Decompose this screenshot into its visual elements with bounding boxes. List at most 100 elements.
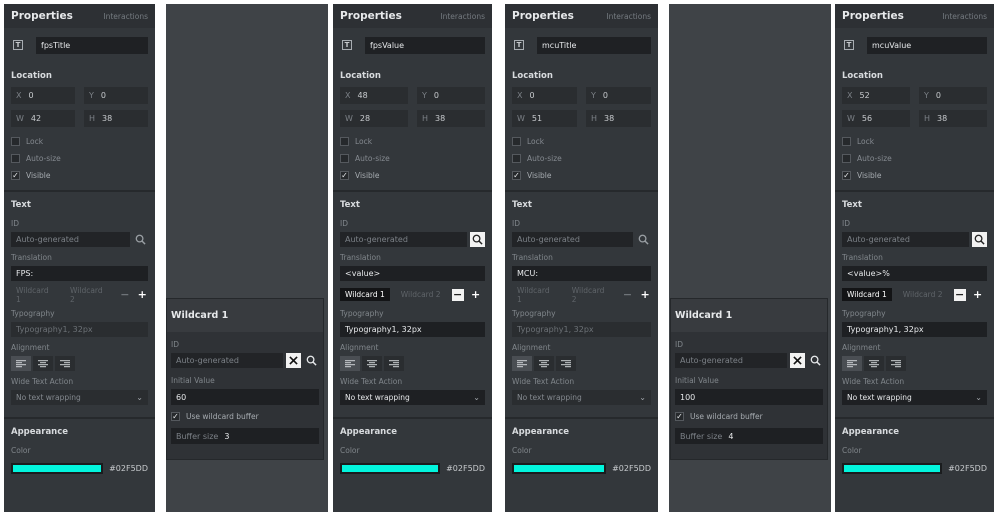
align-center-icon[interactable] <box>534 356 554 371</box>
auto-size-checkbox[interactable]: Auto-size <box>333 150 492 167</box>
align-left-icon[interactable] <box>11 356 31 371</box>
buffer-size-input[interactable]: Buffer size 3 <box>171 428 319 444</box>
check-icon[interactable]: ✓ <box>11 171 20 180</box>
height-field[interactable]: H 38 <box>919 110 987 127</box>
x-field[interactable]: X0 <box>11 87 75 104</box>
width-field[interactable]: W 56 <box>842 110 910 127</box>
close-icon[interactable] <box>286 353 301 368</box>
checkbox-box[interactable] <box>11 137 20 146</box>
height-field[interactable]: H 38 <box>417 110 485 127</box>
initial-value-input[interactable]: 60 <box>171 389 319 405</box>
element-name-input[interactable]: mcuTitle <box>537 36 651 54</box>
id-input[interactable]: Auto-generated <box>11 232 130 247</box>
checkbox-box[interactable] <box>512 137 521 146</box>
y-field[interactable]: Y0 <box>84 87 148 104</box>
typography-select[interactable]: Typography1, 32px <box>340 322 485 337</box>
x-field[interactable]: X 52 <box>842 87 910 104</box>
color-swatch[interactable] <box>11 463 104 474</box>
visible-checkbox[interactable]: ✓ Visible <box>505 167 658 184</box>
tab-interactions[interactable]: Interactions <box>606 12 651 21</box>
tab-wildcard-1[interactable]: Wildcard 1 <box>512 286 561 304</box>
checkbox-box[interactable] <box>842 137 851 146</box>
wide-text-select[interactable]: No text wrapping ⌄ <box>11 390 148 405</box>
auto-size-checkbox[interactable]: Auto-size <box>505 150 658 167</box>
close-icon[interactable] <box>790 353 805 368</box>
check-icon[interactable]: ✓ <box>340 171 349 180</box>
align-left-icon[interactable] <box>512 356 532 371</box>
tab-interactions[interactable]: Interactions <box>942 12 987 21</box>
check-icon[interactable]: ✓ <box>171 412 180 421</box>
element-name-input[interactable]: fpsValue <box>365 36 485 54</box>
typography-select[interactable]: Typography1, 32px <box>11 322 148 337</box>
checkbox-box[interactable] <box>340 137 349 146</box>
align-center-icon[interactable] <box>33 356 53 371</box>
search-icon[interactable] <box>808 353 823 368</box>
lock-checkbox[interactable]: Lock <box>4 133 155 150</box>
align-right-icon[interactable] <box>886 356 906 371</box>
search-icon[interactable] <box>133 232 148 247</box>
element-name-input[interactable]: mcuValue <box>867 36 987 54</box>
x-field[interactable]: X0 <box>512 87 577 104</box>
typography-select[interactable]: Typography1, 32px <box>842 322 987 337</box>
y-field[interactable]: Y0 <box>586 87 651 104</box>
add-wildcard-icon[interactable]: + <box>972 288 984 301</box>
align-right-icon[interactable] <box>556 356 576 371</box>
visible-checkbox[interactable]: ✓ Visible <box>333 167 492 184</box>
lock-checkbox[interactable]: Lock <box>505 133 658 150</box>
id-input[interactable]: Auto-generated <box>512 232 633 247</box>
wide-text-select[interactable]: No text wrapping ⌄ <box>512 390 651 405</box>
width-field[interactable]: W 51 <box>512 110 577 127</box>
wildcard-id-input[interactable]: Auto-generated <box>171 353 283 368</box>
width-field[interactable]: W 28 <box>340 110 408 127</box>
tab-wildcard-2[interactable]: Wildcard 2 <box>396 288 446 301</box>
lock-checkbox[interactable]: Lock <box>333 133 492 150</box>
translation-input[interactable]: <value> <box>340 266 485 281</box>
translation-input[interactable]: <value>% <box>842 266 987 281</box>
initial-value-input[interactable]: 100 <box>675 389 823 405</box>
auto-size-checkbox[interactable]: Auto-size <box>835 150 994 167</box>
checkbox-box[interactable] <box>340 154 349 163</box>
lock-checkbox[interactable]: Lock <box>835 133 994 150</box>
width-field[interactable]: W 42 <box>11 110 75 127</box>
element-name-input[interactable]: fpsTitle <box>36 36 148 54</box>
translation-input[interactable]: MCU: <box>512 266 651 281</box>
buffer-size-input[interactable]: Buffer size 4 <box>675 428 823 444</box>
y-field[interactable]: Y0 <box>417 87 485 104</box>
tab-wildcard-1[interactable]: Wildcard 1 <box>340 288 390 301</box>
add-wildcard-icon[interactable]: + <box>639 288 651 301</box>
use-buffer-checkbox[interactable]: ✓ Use wildcard buffer <box>671 408 827 425</box>
height-field[interactable]: H 38 <box>84 110 148 127</box>
check-icon[interactable]: ✓ <box>512 171 521 180</box>
add-wildcard-icon[interactable]: + <box>137 288 148 301</box>
translation-input[interactable]: FPS: <box>11 266 148 281</box>
align-center-icon[interactable] <box>362 356 382 371</box>
color-swatch[interactable] <box>340 463 441 474</box>
auto-size-checkbox[interactable]: Auto-size <box>4 150 155 167</box>
remove-wildcard-icon[interactable]: − <box>451 288 464 301</box>
align-right-icon[interactable] <box>55 356 75 371</box>
checkbox-box[interactable] <box>11 154 20 163</box>
id-input[interactable]: Auto-generated <box>842 232 969 247</box>
add-wildcard-icon[interactable]: + <box>470 288 482 301</box>
tab-interactions[interactable]: Interactions <box>103 12 148 21</box>
remove-wildcard-icon[interactable]: − <box>119 288 130 301</box>
tab-interactions[interactable]: Interactions <box>440 12 485 21</box>
align-center-icon[interactable] <box>864 356 884 371</box>
checkbox-box[interactable] <box>842 154 851 163</box>
search-icon[interactable] <box>470 232 485 247</box>
tab-wildcard-2[interactable]: Wildcard 2 <box>567 286 616 304</box>
wide-text-select[interactable]: No text wrapping ⌄ <box>340 390 485 405</box>
checkbox-box[interactable] <box>512 154 521 163</box>
use-buffer-checkbox[interactable]: ✓ Use wildcard buffer <box>167 408 323 425</box>
color-swatch[interactable] <box>842 463 943 474</box>
color-swatch[interactable] <box>512 463 607 474</box>
align-left-icon[interactable] <box>340 356 360 371</box>
x-field[interactable]: X 48 <box>340 87 408 104</box>
id-input[interactable]: Auto-generated <box>340 232 467 247</box>
wildcard-id-input[interactable]: Auto-generated <box>675 353 787 368</box>
visible-checkbox[interactable]: ✓ Visible <box>4 167 155 184</box>
tab-wildcard-1[interactable]: Wildcard 1 <box>11 286 59 304</box>
tab-wildcard-1[interactable]: Wildcard 1 <box>842 288 892 301</box>
typography-select[interactable]: Typography1, 32px <box>512 322 651 337</box>
align-right-icon[interactable] <box>384 356 404 371</box>
